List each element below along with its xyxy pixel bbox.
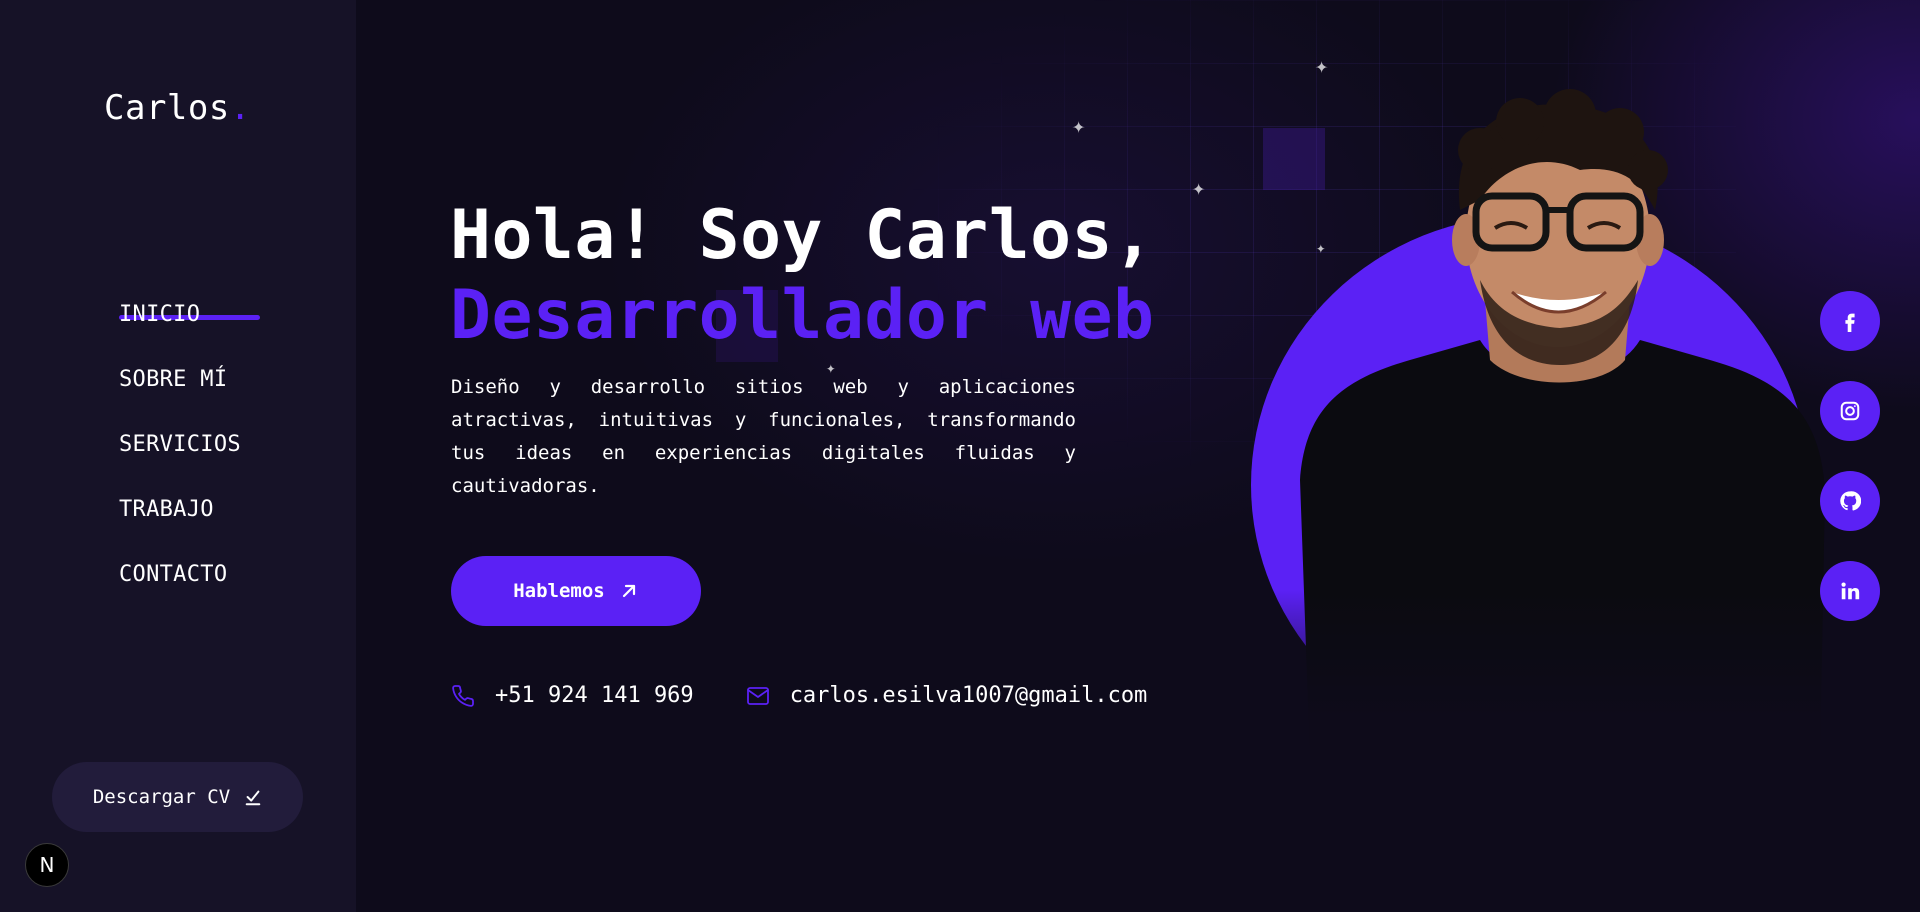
- logo-text: Carlos: [104, 88, 230, 128]
- portrait-fade: [1220, 590, 1840, 810]
- facebook-button[interactable]: [1820, 291, 1880, 351]
- contact-info: +51 924 141 969 carlos.esilva1007@gmail.…: [451, 683, 1199, 708]
- download-cv-button[interactable]: Descargar CV: [52, 762, 303, 832]
- nav-link-contacto[interactable]: CONTACTO: [119, 562, 227, 587]
- download-cv-label: Descargar CV: [92, 786, 231, 808]
- phone-number: +51 924 141 969: [495, 683, 694, 708]
- sparkle-icon: ✦: [1192, 176, 1206, 201]
- check-icon: [245, 790, 261, 806]
- hero-title-line1: Hola! Soy Carlos,: [450, 196, 1155, 275]
- nav-link-sobre-mi[interactable]: SOBRE MÍ: [119, 367, 227, 392]
- nav-link-servicios[interactable]: SERVICIOS: [119, 432, 241, 457]
- hablemos-label: Hablemos: [513, 580, 605, 602]
- contact-phone[interactable]: +51 924 141 969: [451, 683, 694, 708]
- hablemos-button[interactable]: Hablemos: [451, 556, 701, 626]
- logo[interactable]: Carlos.: [104, 88, 251, 128]
- nextjs-badge[interactable]: N: [25, 843, 69, 887]
- linkedin-button[interactable]: [1820, 561, 1880, 621]
- github-icon: [1840, 491, 1861, 511]
- hero-title-line2: Desarrollador web: [450, 276, 1155, 355]
- nav-item-sobre-mi[interactable]: SOBRE MÍ: [119, 367, 241, 432]
- nav-link-inicio[interactable]: INICIO: [119, 302, 200, 327]
- sparkle-icon: ✦: [1072, 114, 1086, 139]
- nav-link-trabajo[interactable]: TRABAJO: [119, 497, 214, 522]
- instagram-icon: [1840, 401, 1860, 421]
- logo-dot: .: [229, 88, 251, 128]
- contact-email[interactable]: carlos.esilva1007@gmail.com: [746, 683, 1148, 708]
- phone-icon: [452, 684, 474, 707]
- nav-item-servicios[interactable]: SERVICIOS: [119, 432, 241, 497]
- linkedin-icon: [1841, 582, 1860, 600]
- nav-item-inicio[interactable]: INICIO: [119, 302, 260, 367]
- github-button[interactable]: [1820, 471, 1880, 531]
- sidebar: Carlos. INICIO SOBRE MÍ SERVICIOS TRABAJ…: [0, 0, 356, 912]
- main-nav: INICIO SOBRE MÍ SERVICIOS TRABAJO CONTAC…: [119, 302, 260, 627]
- instagram-button[interactable]: [1820, 381, 1880, 441]
- hero-title: Hola! Soy Carlos, Desarrollador web: [450, 196, 1154, 356]
- facebook-icon: [1845, 313, 1855, 332]
- mail-icon: [746, 686, 769, 705]
- hero-description: Diseño y desarrollo sitios web y aplicac…: [451, 376, 1076, 497]
- nav-item-contacto[interactable]: CONTACTO: [119, 562, 241, 627]
- arrow-up-right-icon: [622, 584, 635, 598]
- email-address: carlos.esilva1007@gmail.com: [789, 683, 1148, 708]
- nav-item-trabajo[interactable]: TRABAJO: [119, 497, 241, 562]
